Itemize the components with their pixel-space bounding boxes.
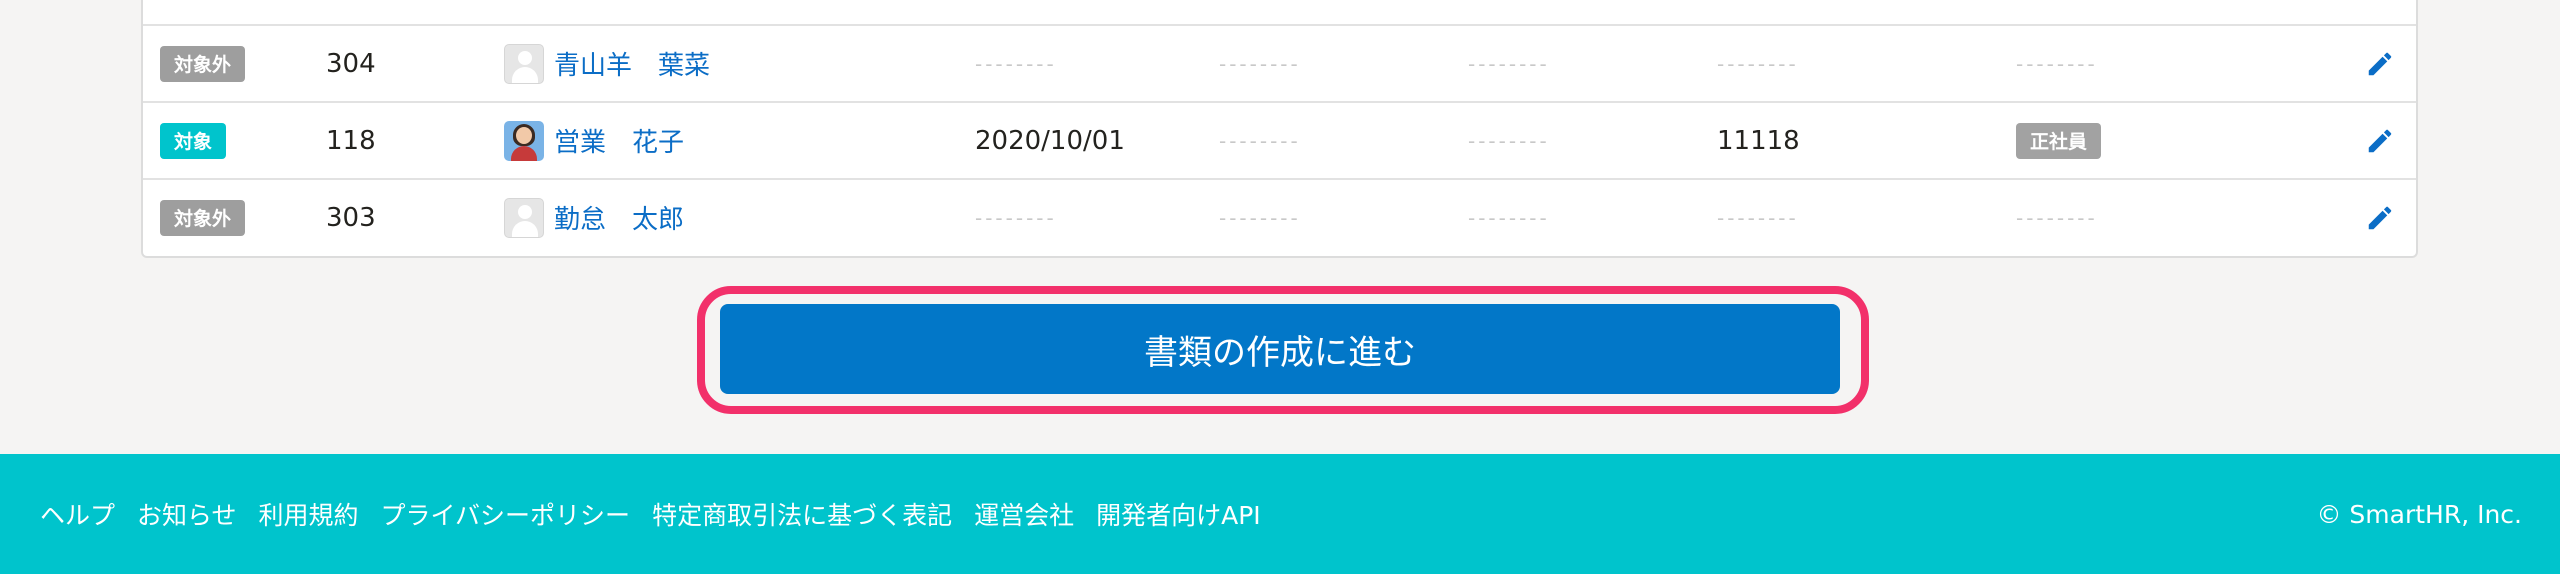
status-badge: 対象外 xyxy=(160,45,246,82)
footer-link-developer-api[interactable]: 開発者向けAPI xyxy=(1096,496,1261,532)
footer-link-news[interactable]: お知らせ xyxy=(137,496,237,532)
employee-number: 118 xyxy=(326,125,376,156)
proceed-to-create-documents-button[interactable]: 書類の作成に進む xyxy=(720,304,1840,394)
pencil-icon[interactable] xyxy=(2365,126,2395,156)
employee-name-link[interactable]: 勤怠 太郎 xyxy=(554,199,684,236)
employee-name-link[interactable]: 青山羊 葉菜 xyxy=(554,45,710,82)
employment-type-badge: 正社員 xyxy=(2016,122,2102,159)
avatar xyxy=(504,120,544,161)
avatar xyxy=(504,197,544,238)
table-cell: -------- xyxy=(1468,51,1550,76)
employee-code: -------- xyxy=(1717,51,1799,76)
table-row: 対象 118 営業 花子 2020/10/01 -------- -------… xyxy=(143,101,2416,178)
employee-name-link[interactable]: 営業 花子 xyxy=(554,122,684,159)
footer-link-help[interactable]: ヘルプ xyxy=(40,496,115,532)
join-date: -------- xyxy=(975,51,1057,76)
table-cell: -------- xyxy=(1468,205,1550,230)
status-badge: 対象外 xyxy=(160,199,246,236)
pencil-icon[interactable] xyxy=(2365,203,2395,233)
footer-link-company[interactable]: 運営会社 xyxy=(974,496,1074,532)
pencil-icon[interactable] xyxy=(2365,49,2395,79)
employment-type: -------- xyxy=(2016,205,2098,230)
footer-link-tokushoho[interactable]: 特定商取引法に基づく表記 xyxy=(652,496,952,532)
copyright: © SmartHR, Inc. xyxy=(2316,499,2522,529)
table-cell: -------- xyxy=(1219,205,1301,230)
employee-number: 304 xyxy=(326,48,376,79)
employment-type: -------- xyxy=(2016,51,2098,76)
employee-code: 11118 xyxy=(1717,125,1800,156)
table-cell: -------- xyxy=(1468,128,1550,153)
table-row: 対象外 304 青山羊 葉菜 -------- -------- -------… xyxy=(143,24,2416,101)
table-row: 対象外 303 勤怠 太郎 -------- -------- --------… xyxy=(143,178,2416,255)
status-badge: 対象 xyxy=(160,122,227,159)
footer-links: ヘルプ お知らせ 利用規約 プライバシーポリシー 特定商取引法に基づく表記 運営… xyxy=(40,496,1261,532)
join-date: -------- xyxy=(975,205,1057,230)
avatar xyxy=(504,43,544,84)
footer-link-terms[interactable]: 利用規約 xyxy=(259,496,359,532)
table-cell: -------- xyxy=(1219,51,1301,76)
employee-code: -------- xyxy=(1717,205,1799,230)
footer: ヘルプ お知らせ 利用規約 プライバシーポリシー 特定商取引法に基づく表記 運営… xyxy=(0,454,2560,574)
employee-table: 対象外 304 青山羊 葉菜 -------- -------- -------… xyxy=(141,0,2418,258)
employee-number: 303 xyxy=(326,202,376,233)
table-cell: -------- xyxy=(1219,128,1301,153)
join-date: 2020/10/01 xyxy=(975,125,1125,156)
footer-link-privacy[interactable]: プライバシーポリシー xyxy=(381,496,631,532)
